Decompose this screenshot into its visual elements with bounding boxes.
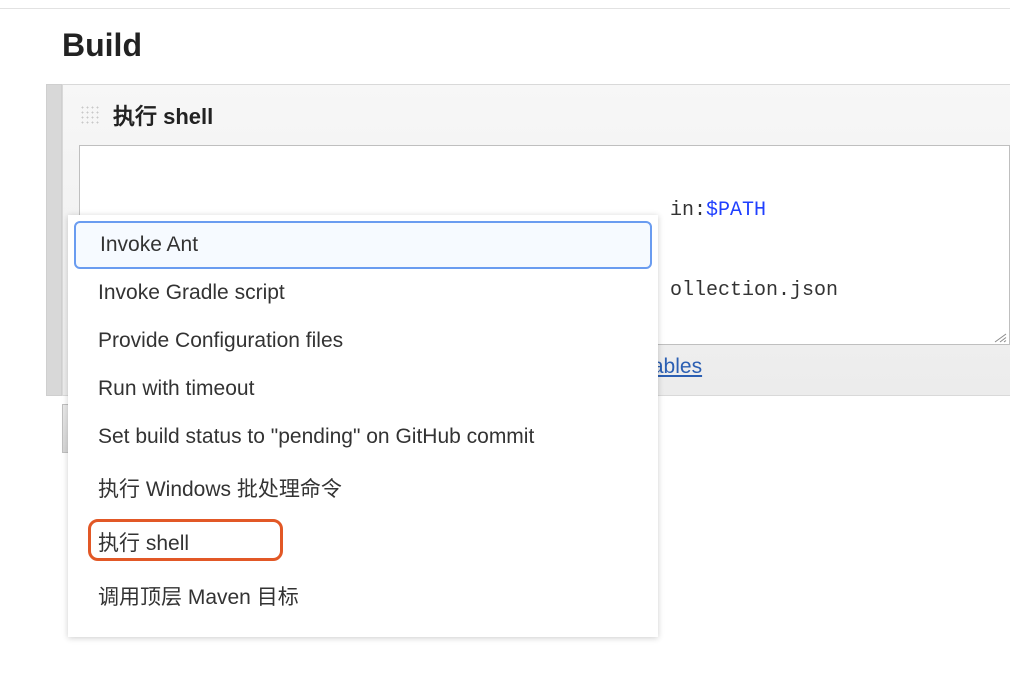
- menu-item-set-github-pending[interactable]: Set build status to "pending" on GitHub …: [68, 413, 658, 461]
- script-env-var: $PATH: [706, 199, 766, 222]
- menu-item-maven-top-level[interactable]: 调用顶层 Maven 目标: [68, 569, 658, 623]
- script-text: in:: [670, 199, 706, 222]
- build-step-header[interactable]: 执行 shell: [63, 85, 1010, 145]
- resize-handle-icon[interactable]: [993, 333, 1007, 343]
- section-left-bar: [46, 84, 62, 396]
- menu-item-windows-batch[interactable]: 执行 Windows 批处理命令: [68, 461, 658, 515]
- section-heading: Build: [0, 9, 1010, 84]
- menu-item-label: 调用顶层 Maven 目标: [98, 586, 299, 609]
- menu-item-label: Run with timeout: [98, 377, 254, 400]
- script-text: ollection.json: [670, 279, 838, 302]
- menu-item-invoke-gradle[interactable]: Invoke Gradle script: [68, 269, 658, 317]
- menu-item-label: Provide Configuration files: [98, 329, 343, 352]
- build-step-title: 执行 shell: [113, 99, 213, 131]
- menu-item-run-with-timeout[interactable]: Run with timeout: [68, 365, 658, 413]
- menu-item-provide-config-files[interactable]: Provide Configuration files: [68, 317, 658, 365]
- menu-item-label: 执行 shell: [98, 532, 189, 555]
- menu-item-label: 执行 Windows 批处理命令: [98, 478, 342, 501]
- menu-item-label: Invoke Gradle script: [98, 281, 285, 304]
- menu-item-label: Set build status to "pending" on GitHub …: [98, 425, 534, 448]
- menu-item-label: Invoke Ant: [100, 233, 198, 256]
- menu-item-invoke-ant[interactable]: Invoke Ant: [74, 221, 652, 269]
- drag-handle-icon[interactable]: [79, 104, 101, 126]
- add-build-step-menu: Invoke Ant Invoke Gradle script Provide …: [68, 215, 658, 637]
- menu-item-execute-shell[interactable]: 执行 shell: [68, 515, 658, 569]
